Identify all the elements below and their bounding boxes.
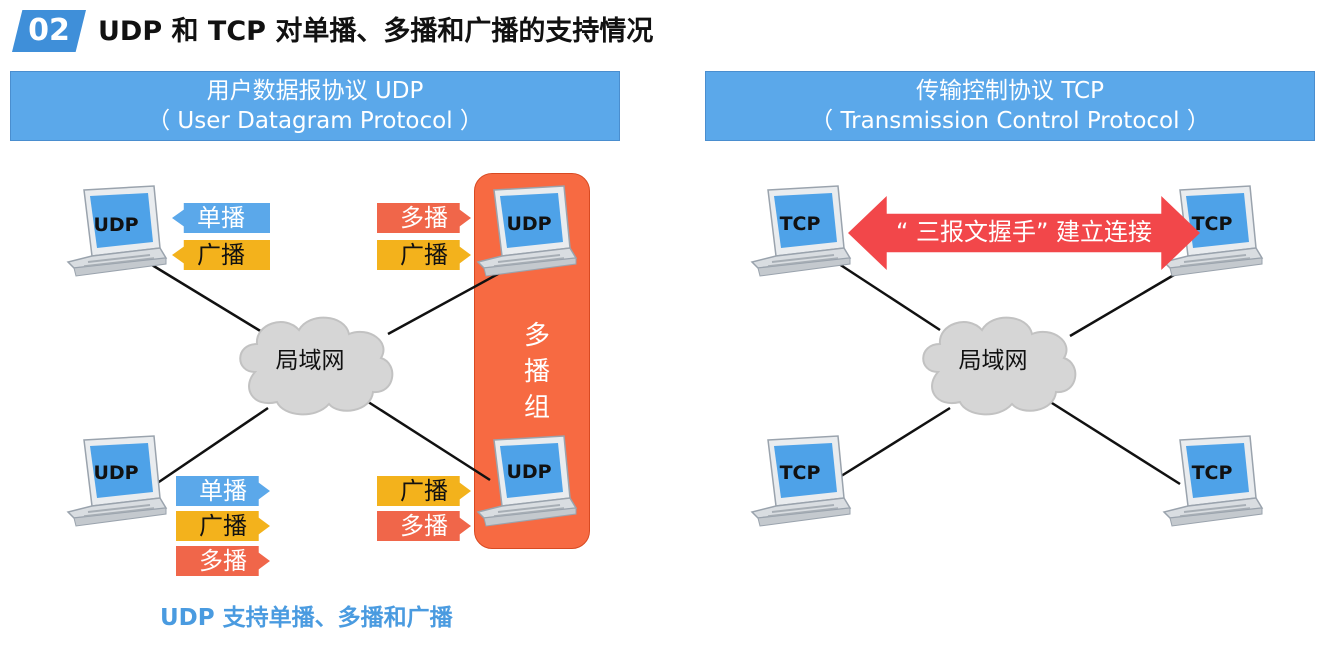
udp-caption: UDP 支持单播、多播和广播	[160, 605, 453, 631]
tcp-link-1	[835, 260, 941, 332]
tcp-host-label: TCP	[780, 213, 821, 235]
udp-host-label: UDP	[506, 461, 551, 483]
udp-link-1	[151, 263, 263, 334]
udp-host-label: UDP	[93, 214, 138, 236]
multicast-tag: 多播	[176, 546, 270, 576]
tcp-host-label: TCP	[1192, 462, 1233, 484]
tcp-link-3	[837, 406, 951, 480]
udp-host-bottom-right: UDP	[477, 435, 577, 527]
multicast-tag: 多播	[377, 203, 471, 233]
broadcast-tag: 广播	[377, 476, 471, 506]
udp-host-label: UDP	[506, 213, 551, 235]
unicast-tag: 单播	[172, 203, 270, 233]
multicast-group-label: 多播组	[523, 321, 550, 423]
udp-host-top-right: UDP	[477, 185, 577, 277]
broadcast-tag: 广播	[176, 511, 270, 541]
udp-host-top-left: UDP	[67, 185, 167, 277]
tcp-host-label: TCP	[780, 462, 821, 484]
handshake-label: “ 三报文握手” 建立连接	[895, 218, 1153, 246]
udp-host-label: UDP	[93, 462, 138, 484]
broadcast-tag: 广播	[377, 240, 471, 270]
udp-lan-label: 局域网	[275, 348, 345, 374]
tcp-link-4	[1043, 396, 1181, 486]
tcp-host-top-left: TCP	[751, 185, 851, 277]
udp-link-4	[361, 396, 491, 482]
broadcast-tag: 广播	[172, 240, 270, 270]
udp-host-bottom-left: UDP	[67, 435, 167, 527]
tcp-lan-label: 局域网	[958, 348, 1028, 374]
unicast-tag: 单播	[176, 476, 270, 506]
tcp-host-bottom-left: TCP	[751, 435, 851, 527]
tcp-host-bottom-right: TCP	[1163, 435, 1263, 527]
multicast-tag: 多播	[377, 511, 471, 541]
